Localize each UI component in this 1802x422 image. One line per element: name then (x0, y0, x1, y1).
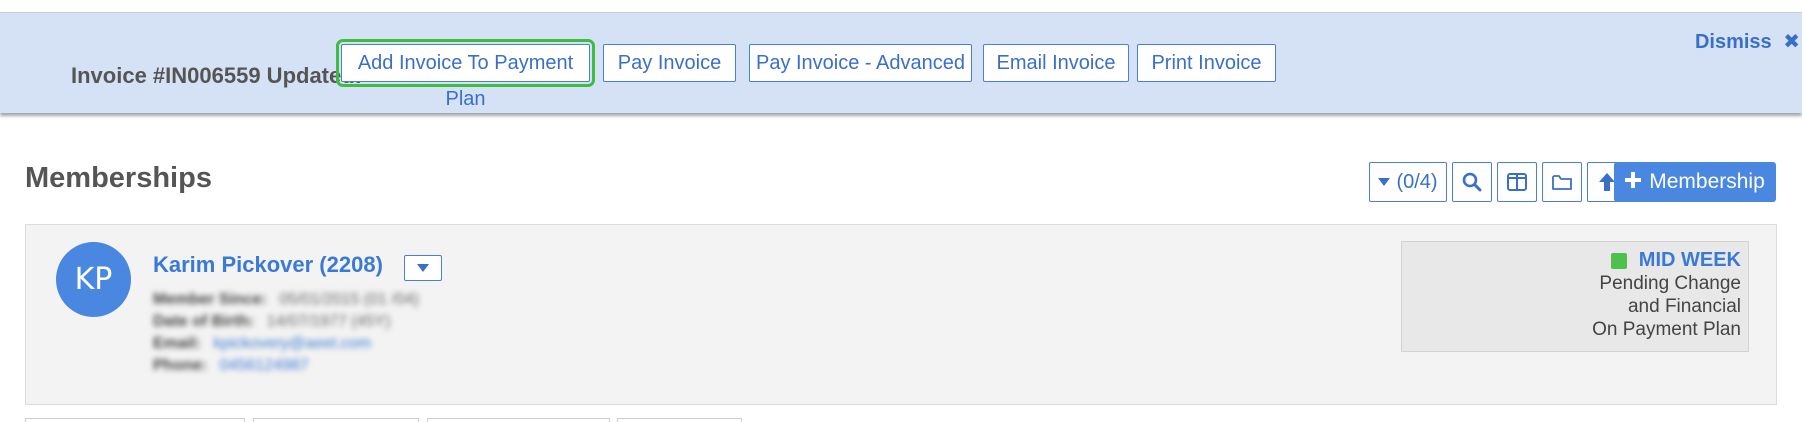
invoice-updated-banner: Invoice #IN006559 Updated: Add Invoice T… (0, 12, 1802, 113)
top-spacer (0, 0, 1802, 12)
email-link[interactable]: kpickovery@aeet.com (213, 335, 371, 352)
caret-down-icon (417, 259, 429, 277)
folder-icon (1552, 174, 1572, 191)
member-since-value: 05/01/2015 (01 /04) (279, 291, 419, 308)
status-line: On Payment Plan (1592, 319, 1741, 340)
email-label: Email: (153, 335, 202, 352)
membership-type-link[interactable]: MID WEEK (1639, 249, 1741, 272)
status-line: Pending Change (1599, 273, 1741, 294)
filter-dropdown-button[interactable]: (0/4) (1369, 162, 1447, 202)
folder-button[interactable] (1542, 162, 1582, 202)
member-actions-dropdown[interactable] (404, 255, 442, 281)
status-heading: MID WEEK (1402, 249, 1741, 272)
member-since-row: Member Since: 05/01/2015 (01 /04) (153, 291, 419, 309)
tab-stub[interactable] (253, 418, 419, 422)
dismiss-button[interactable]: Dismiss ✖ (1695, 29, 1800, 54)
member-name-link[interactable]: Karim Pickover (2208) (153, 252, 383, 278)
phone-link[interactable]: 0456124987 (220, 357, 309, 374)
close-icon: ✖ (1783, 31, 1800, 53)
tab-stub[interactable] (25, 418, 245, 422)
add-invoice-to-payment-plan-button[interactable]: Add Invoice To Payment Plan (336, 39, 595, 110)
columns-button[interactable] (1497, 162, 1537, 202)
member-since-label: Member Since: (153, 291, 267, 308)
filter-count: (0/4) (1396, 170, 1438, 193)
email-invoice-button[interactable]: Email Invoice (983, 44, 1129, 82)
caret-down-icon (1378, 178, 1391, 186)
search-icon (1462, 172, 1482, 192)
pay-invoice-advanced-button[interactable]: Pay Invoice - Advanced (749, 44, 972, 82)
pay-invoice-button[interactable]: Pay Invoice (603, 44, 736, 82)
columns-icon (1507, 173, 1527, 191)
status-indicator-icon (1610, 252, 1627, 269)
date-of-birth-label: Date of Birth: (153, 313, 255, 330)
avatar: KP (56, 242, 131, 317)
page-title: Memberships (25, 162, 212, 194)
print-invoice-button[interactable]: Print Invoice (1137, 44, 1276, 82)
email-row: Email: kpickovery@aeet.com (153, 335, 371, 353)
membership-status-box: MID WEEK Pending Change and Financial On… (1401, 241, 1749, 352)
date-of-birth-row: Date of Birth: 14/07/1977 (45Y) (153, 313, 390, 331)
phone-row: Phone: 0456124987 (153, 357, 309, 375)
tab-stub[interactable] (427, 418, 610, 422)
banner-title: Invoice #IN006559 Updated: (71, 63, 363, 88)
plus-icon (1625, 170, 1642, 194)
search-button[interactable] (1452, 162, 1492, 202)
dismiss-label: Dismiss (1694, 31, 1772, 53)
phone-label: Phone: (153, 357, 208, 374)
membership-card: KP Karim Pickover (2208) Member Since: 0… (25, 224, 1777, 405)
date-of-birth-value: 14/07/1977 (45Y) (266, 313, 391, 330)
status-line: and Financial (1627, 296, 1741, 317)
add-membership-button[interactable]: Membership (1614, 162, 1776, 202)
add-membership-label: Membership (1649, 170, 1765, 193)
tab-stub[interactable] (617, 418, 742, 422)
